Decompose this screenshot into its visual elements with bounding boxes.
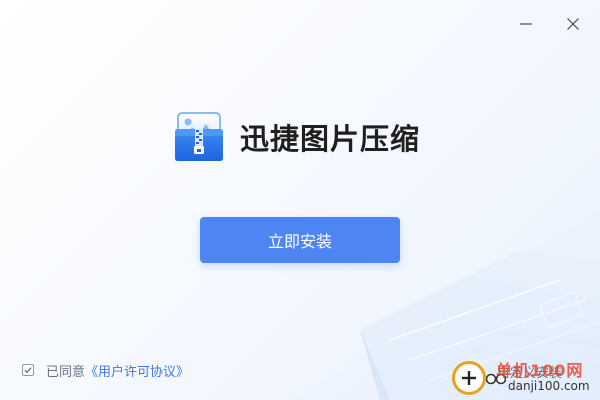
minimize-icon [520, 23, 532, 25]
zip-folder-image-icon [175, 112, 223, 161]
watermark-url: danji100.com [508, 379, 590, 393]
watermark-title: 单机100网 [496, 361, 584, 380]
minimize-button[interactable] [511, 9, 541, 39]
checkmark-icon [24, 367, 32, 374]
app-brand: 迅捷图片压缩 [172, 110, 420, 164]
watermark-logo-icon [452, 361, 486, 395]
install-now-button[interactable]: 立即安装 [200, 217, 400, 263]
background-decoration [290, 210, 600, 400]
agreement-checkbox[interactable] [22, 364, 34, 376]
license-agreement-link[interactable]: 《用户许可协议》 [85, 361, 189, 380]
close-button[interactable] [558, 9, 588, 39]
close-icon [567, 18, 579, 30]
installer-window: 迅捷图片压缩 立即安装 已同意 《用户许可协议》 自定义安装 单机100网 da… [0, 0, 600, 400]
agreement-text: 已同意 [46, 364, 86, 380]
app-name: 迅捷图片压缩 [240, 122, 421, 156]
watermark: 单机100网 danji100.com [452, 356, 598, 398]
agreement-row: 已同意 《用户许可协议》 [22, 361, 189, 380]
